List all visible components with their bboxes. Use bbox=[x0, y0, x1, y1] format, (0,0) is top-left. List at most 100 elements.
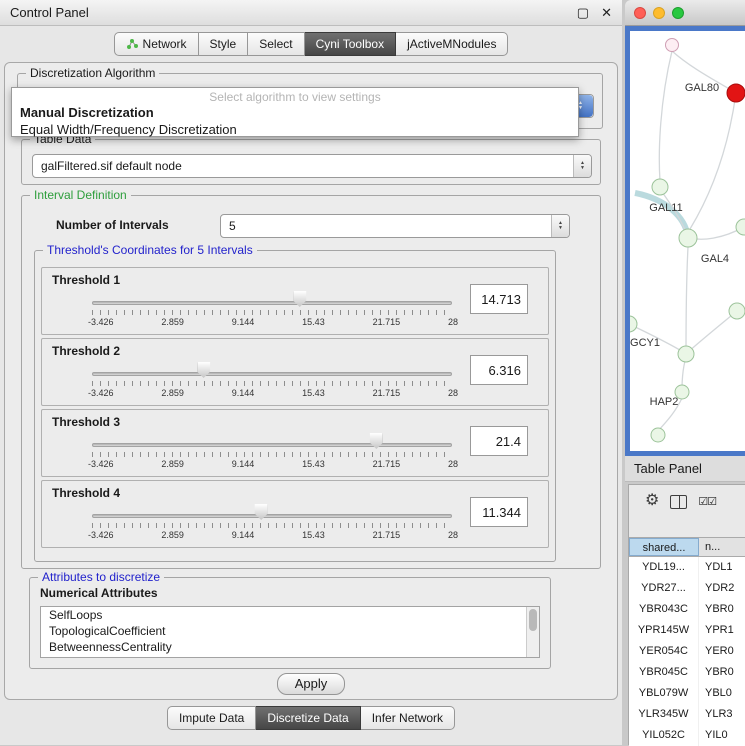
minimize-traffic-light-icon[interactable] bbox=[653, 7, 665, 19]
network-node[interactable] bbox=[651, 428, 665, 442]
threshold-2-slider[interactable]: -3.4262.8599.14415.4321.71528 bbox=[92, 361, 452, 401]
list-item-selfloops[interactable]: SelfLoops bbox=[41, 607, 539, 623]
slider-tick-labels: -3.4262.8599.14415.4321.71528 bbox=[88, 530, 458, 540]
network-edge-thick[interactable] bbox=[635, 193, 688, 237]
cell[interactable]: YER0 bbox=[699, 641, 745, 662]
threshold-3-value-field[interactable]: 21.4 bbox=[470, 426, 528, 456]
table-row[interactable]: YDL19...YDL1 bbox=[629, 557, 745, 578]
apply-button[interactable]: Apply bbox=[277, 673, 345, 695]
cell[interactable]: YLR345W bbox=[629, 704, 699, 725]
slider-track[interactable] bbox=[92, 372, 452, 376]
threshold-4-slider[interactable]: -3.4262.8599.14415.4321.71528 bbox=[92, 503, 452, 543]
scrollbar-thumb[interactable] bbox=[529, 609, 537, 631]
network-edge[interactable] bbox=[687, 311, 737, 353]
threshold-2-value-field[interactable]: 6.316 bbox=[470, 355, 528, 385]
network-node[interactable] bbox=[729, 303, 745, 319]
table-row[interactable]: YBR045CYBR0 bbox=[629, 662, 745, 683]
threshold-3-slider[interactable]: -3.4262.8599.14415.4321.71528 bbox=[92, 432, 452, 472]
cell[interactable]: YBL0 bbox=[699, 683, 745, 704]
threshold-3-label: Threshold 3 bbox=[52, 415, 120, 429]
slider-track[interactable] bbox=[92, 443, 452, 447]
table-row[interactable]: YBR043CYBR0 bbox=[629, 599, 745, 620]
table-panel-titlebar: Table Panel bbox=[625, 456, 745, 482]
tab-cyni-toolbox[interactable]: Cyni Toolbox bbox=[305, 32, 396, 56]
gear-icon[interactable]: ⚙ bbox=[645, 493, 659, 509]
cell[interactable]: YDL19... bbox=[629, 557, 699, 578]
columns-icon[interactable] bbox=[670, 495, 687, 509]
tab-infer-network[interactable]: Infer Network bbox=[361, 706, 455, 730]
cell[interactable]: YER054C bbox=[629, 641, 699, 662]
table-row[interactable]: YLR345WYLR3 bbox=[629, 704, 745, 725]
table-row[interactable]: YPR145WYPR1 bbox=[629, 620, 745, 641]
network-edge[interactable] bbox=[659, 51, 672, 181]
cell[interactable]: YDL1 bbox=[699, 557, 745, 578]
cell[interactable]: YBR0 bbox=[699, 662, 745, 683]
network-node[interactable] bbox=[666, 39, 679, 52]
cell[interactable]: YDR27... bbox=[629, 578, 699, 599]
interval-definition-label: Interval Definition bbox=[30, 188, 131, 202]
cell[interactable]: YBR0 bbox=[699, 599, 745, 620]
threshold-4-value-field[interactable]: 11.344 bbox=[470, 497, 528, 527]
network-node[interactable] bbox=[736, 219, 745, 235]
table-data-combobox[interactable]: galFiltered.sif default node ▲▼ bbox=[32, 154, 592, 178]
table-row[interactable]: YIL052CYIL0 bbox=[629, 725, 745, 746]
cell[interactable]: YBR043C bbox=[629, 599, 699, 620]
attributes-scrollbar[interactable] bbox=[526, 607, 539, 657]
cell[interactable]: YPR1 bbox=[699, 620, 745, 641]
cell[interactable]: YIL0 bbox=[699, 725, 745, 746]
cell[interactable]: YBR045C bbox=[629, 662, 699, 683]
network-edge[interactable] bbox=[690, 93, 736, 229]
attributes-group-label: Attributes to discretize bbox=[38, 570, 164, 584]
list-item-topologicalcoefficient[interactable]: TopologicalCoefficient bbox=[41, 623, 539, 639]
network-node-label: HAP2 bbox=[650, 396, 679, 408]
float-window-icon[interactable]: ▢ bbox=[577, 5, 589, 21]
cell[interactable]: YDR2 bbox=[699, 578, 745, 599]
threshold-1-value-field[interactable]: 14.713 bbox=[470, 284, 528, 314]
table-row[interactable]: YDR27...YDR2 bbox=[629, 578, 745, 599]
network-node[interactable] bbox=[679, 229, 697, 247]
network-node-selected[interactable] bbox=[727, 84, 745, 102]
network-node[interactable] bbox=[678, 346, 694, 362]
slider-track[interactable] bbox=[92, 301, 452, 305]
algorithm-group-label: Discretization Algorithm bbox=[26, 66, 159, 80]
table-row[interactable]: YBL079WYBL0 bbox=[629, 683, 745, 704]
tab-infer-network-label: Infer Network bbox=[372, 711, 443, 725]
threshold-2-label: Threshold 2 bbox=[52, 344, 120, 358]
tab-discretize-data[interactable]: Discretize Data bbox=[256, 706, 360, 730]
tab-impute-data[interactable]: Impute Data bbox=[167, 706, 256, 730]
threshold-coordinates-label: Threshold's Coordinates for 5 Intervals bbox=[43, 243, 257, 257]
network-node-label: GAL80 bbox=[685, 82, 719, 94]
network-node[interactable] bbox=[630, 316, 637, 332]
zoom-traffic-light-icon[interactable] bbox=[672, 7, 684, 19]
tab-cyni-toolbox-label: Cyni Toolbox bbox=[316, 37, 384, 51]
number-of-intervals-combobox[interactable]: 5 ▲▼ bbox=[220, 214, 570, 238]
tab-select-label: Select bbox=[259, 37, 292, 51]
popup-item-equal-width[interactable]: Equal Width/Frequency Discretization bbox=[12, 121, 578, 138]
table-header-row: shared... n... bbox=[629, 537, 745, 557]
network-edge[interactable] bbox=[686, 247, 688, 353]
close-window-icon[interactable]: ✕ bbox=[601, 5, 612, 21]
slider-track[interactable] bbox=[92, 514, 452, 518]
network-node[interactable] bbox=[652, 179, 668, 195]
cell[interactable]: YIL052C bbox=[629, 725, 699, 746]
table-row[interactable]: YER054CYER0 bbox=[629, 641, 745, 662]
column-header-name[interactable]: n... bbox=[699, 538, 745, 556]
threshold-1-slider[interactable]: -3.4262.8599.14415.4321.71528 bbox=[92, 290, 452, 330]
column-header-shared[interactable]: shared... bbox=[629, 538, 699, 556]
tab-style[interactable]: Style bbox=[199, 32, 249, 56]
close-traffic-light-icon[interactable] bbox=[634, 7, 646, 19]
popup-item-manual-discretization[interactable]: Manual Discretization bbox=[12, 104, 578, 121]
threshold-2-block: Threshold 2 -3.4262.8599.14415.4321.7152… bbox=[41, 338, 549, 406]
tab-network[interactable]: Network bbox=[114, 32, 199, 56]
slider-tick-labels: -3.4262.8599.14415.4321.71528 bbox=[88, 317, 458, 327]
cell[interactable]: YPR145W bbox=[629, 620, 699, 641]
tab-select[interactable]: Select bbox=[248, 32, 304, 56]
cell[interactable]: YBL079W bbox=[629, 683, 699, 704]
cyni-toolbox-panel: Discretization Algorithm ▲▼ Select algor… bbox=[4, 62, 618, 700]
cell[interactable]: YLR3 bbox=[699, 704, 745, 725]
numerical-attributes-label: Numerical Attributes bbox=[40, 586, 158, 600]
checkboxes-icon[interactable]: ☑☑ bbox=[698, 495, 716, 508]
tab-jactivemnodules[interactable]: jActiveMNodules bbox=[396, 32, 508, 56]
list-item-betweennesscentrality[interactable]: BetweennessCentrality bbox=[41, 639, 539, 655]
network-canvas[interactable]: GAL80 GAL11 GAL4 GCY1 HAP2 bbox=[625, 26, 745, 456]
